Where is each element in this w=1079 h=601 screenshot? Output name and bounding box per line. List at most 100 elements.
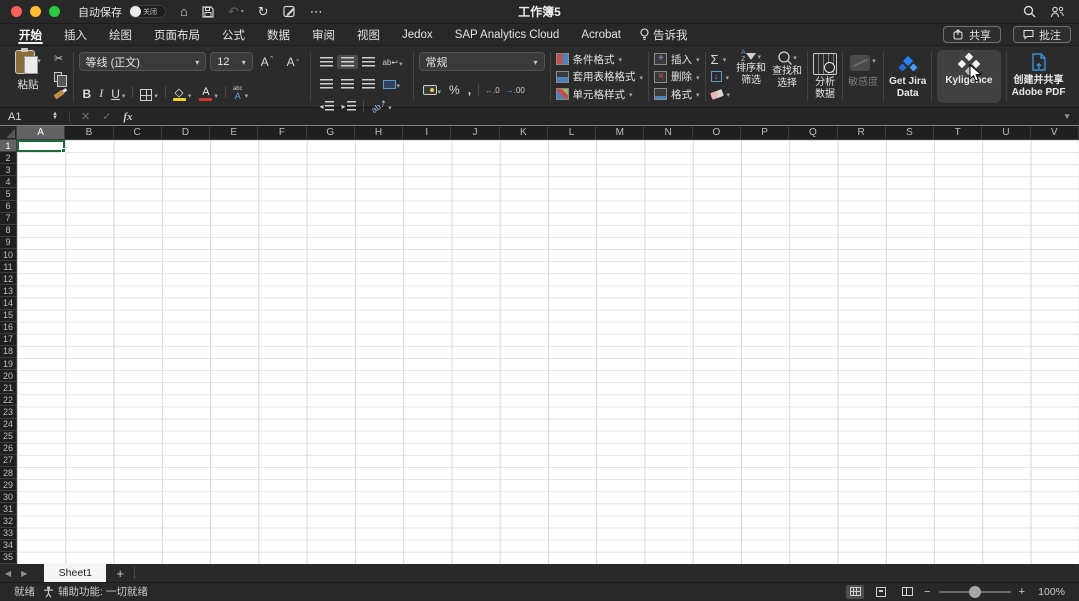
more-commands-icon[interactable]: ⋯ [310,5,323,18]
paste-button[interactable]: 粘贴 [8,50,48,103]
tab-公式[interactable]: 公式 [211,24,256,45]
name-box[interactable]: A1 [0,111,52,123]
close-window-button[interactable] [11,6,22,17]
minimize-window-button[interactable] [30,6,41,17]
cancel-entry-button[interactable]: ✕ [75,110,96,123]
merge-center-button[interactable] [379,73,405,95]
zoom-slider-knob[interactable] [969,586,981,598]
column-header-O[interactable]: O [693,126,741,140]
cell-styles-button[interactable]: 单元格样式 [556,86,644,102]
borders-button[interactable] [136,83,162,101]
zoom-level[interactable]: 100% [1033,586,1065,598]
sheet-nav-right-icon[interactable]: ▶ [16,569,32,578]
row-header-25[interactable]: 25 [0,431,17,443]
row-header-19[interactable]: 19 [0,358,17,370]
row-header-27[interactable]: 27 [0,455,17,467]
share-people-icon[interactable] [1050,6,1065,18]
tab-页面布局[interactable]: 页面布局 [143,24,211,45]
italic-button[interactable]: I [95,83,107,101]
page-break-view-button[interactable] [898,585,916,599]
row-header-15[interactable]: 15 [0,310,17,322]
column-header-F[interactable]: F [258,126,306,140]
fill-button[interactable]: ↓ [711,69,731,85]
row-header-12[interactable]: 12 [0,273,17,285]
column-header-H[interactable]: H [355,126,403,140]
select-all-corner[interactable] [0,126,17,140]
formula-input[interactable] [139,108,1056,125]
row-header-10[interactable]: 10 [0,249,17,261]
tab-开始[interactable]: 开始 [8,24,53,45]
font-size-select[interactable]: 12 [210,52,252,71]
name-box-stepper[interactable]: ▲▼ [52,113,58,120]
sensitivity-button[interactable]: 敏感度 [848,50,878,103]
column-header-B[interactable]: B [65,126,113,140]
percent-style-button[interactable]: % [445,83,464,97]
stepper-down-icon[interactable]: ▼ [52,117,58,120]
row-header-31[interactable]: 31 [0,503,17,515]
print-icon[interactable] [283,5,296,18]
sheet-nav-left-icon[interactable]: ◀ [0,569,16,578]
column-header-Q[interactable]: Q [789,126,837,140]
row-header-18[interactable]: 18 [0,346,17,358]
column-header-R[interactable]: R [838,126,886,140]
decrease-indent-button[interactable]: ◂ [316,99,338,113]
cut-button[interactable]: ✂ [54,51,68,66]
row-header-17[interactable]: 17 [0,334,17,346]
number-format-select[interactable]: 常规 [419,52,545,71]
row-header-29[interactable]: 29 [0,479,17,491]
tab-SAP Analytics Cloud[interactable]: SAP Analytics Cloud [444,24,571,45]
zoom-slider[interactable] [939,591,1011,593]
row-header-1[interactable]: 1 [0,140,17,152]
format-cells-button[interactable]: 格式 [654,86,700,102]
row-header-20[interactable]: 20 [0,370,17,382]
row-header-33[interactable]: 33 [0,528,17,540]
redo-icon[interactable]: ↻ [258,5,269,18]
increase-indent-button[interactable]: ▸ [338,99,360,113]
row-header-30[interactable]: 30 [0,491,17,503]
align-left-button[interactable] [316,77,337,91]
underline-button[interactable]: U [107,83,129,101]
find-select-button[interactable]: 查找和 选择 [772,50,802,103]
save-icon[interactable] [202,6,214,18]
column-header-U[interactable]: U [982,126,1030,140]
accessibility-status[interactable]: 辅助功能: 一切就绪 [43,584,148,599]
column-header-D[interactable]: D [162,126,210,140]
undo-icon[interactable]: ↶▾ [228,5,244,18]
row-header-14[interactable]: 14 [0,297,17,309]
column-header-N[interactable]: N [644,126,692,140]
get-jira-data-button[interactable]: Get Jira Data [889,50,926,103]
align-right-button[interactable] [358,77,379,91]
bold-button[interactable]: B [79,83,96,101]
row-header-26[interactable]: 26 [0,443,17,455]
copy-button[interactable] [54,69,68,84]
phonetic-guide-button[interactable]: abcA [229,83,252,101]
column-header-M[interactable]: M [596,126,644,140]
add-sheet-button[interactable]: + [106,566,134,581]
zoom-out-button[interactable]: − [924,586,930,598]
row-header-28[interactable]: 28 [0,467,17,479]
tab-Acrobat[interactable]: Acrobat [570,24,632,45]
column-header-G[interactable]: G [307,126,355,140]
row-header-34[interactable]: 34 [0,540,17,552]
row-header-8[interactable]: 8 [0,225,17,237]
row-header-4[interactable]: 4 [0,176,17,188]
decrease-decimal-button[interactable]: →.00 [503,86,528,95]
autosum-button[interactable]: Σ [711,51,731,67]
row-header-16[interactable]: 16 [0,322,17,334]
tab-绘图[interactable]: 绘图 [98,24,143,45]
align-bottom-button[interactable] [358,55,379,69]
format-as-table-button[interactable]: 套用表格格式 [556,69,644,85]
decrease-font-size-button[interactable]: A⌄ [283,55,305,69]
accounting-format-button[interactable] [419,79,446,101]
tab-数据[interactable]: 数据 [256,24,301,45]
analyze-data-button[interactable]: 分析 数据 [813,50,837,103]
row-header-2[interactable]: 2 [0,152,17,164]
column-header-S[interactable]: S [886,126,934,140]
tab-Jedox[interactable]: Jedox [391,24,444,45]
row-header-6[interactable]: 6 [0,201,17,213]
increase-decimal-button[interactable]: ←.0 [482,86,503,95]
format-painter-button[interactable] [54,87,68,102]
column-header-V[interactable]: V [1031,126,1079,140]
sort-filter-button[interactable]: AZ 排序和 筛选 [736,50,766,103]
normal-view-button[interactable] [846,585,864,599]
